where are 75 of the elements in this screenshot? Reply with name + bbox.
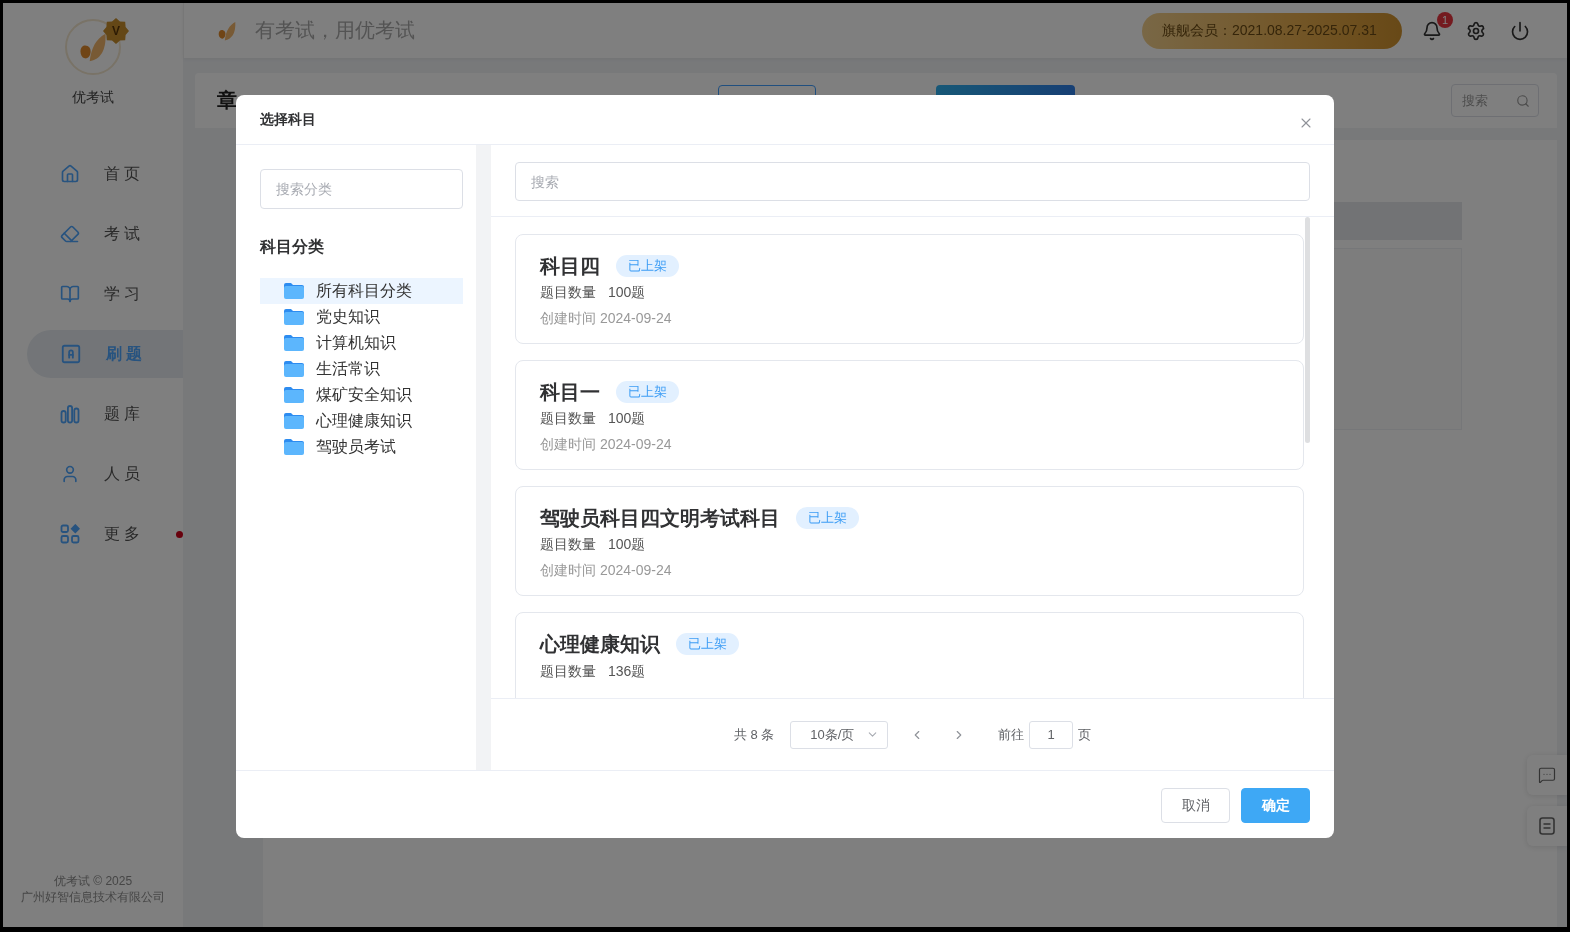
category-item[interactable]: 心理健康知识: [260, 408, 463, 434]
folder-icon: [284, 309, 304, 325]
category-item[interactable]: 所有科目分类: [260, 278, 463, 304]
page-size-select[interactable]: 10条/页: [790, 720, 889, 749]
count-label: 题目数量: [540, 284, 596, 302]
category-item[interactable]: 党史知识: [260, 304, 463, 330]
notification-badge: 1: [1437, 11, 1453, 28]
status-tag: 已上架: [796, 507, 859, 529]
folder-icon: [284, 361, 304, 377]
subject-name: 心理健康知识: [540, 631, 660, 657]
leaf-logo-icon: [217, 20, 237, 41]
document-icon: [1539, 817, 1555, 835]
subject-name: 科目一: [540, 379, 600, 405]
nav-item[interactable]: 考试: [27, 210, 183, 258]
subject-card[interactable]: 心理健康知识 已上架 题目数量 136题: [515, 612, 1304, 698]
subject-card[interactable]: 驾驶员科目四文明考试科目 已上架 题目数量 100题 创建时间 2024-09-24: [515, 486, 1304, 596]
total-count: 共 8 条: [733, 725, 775, 744]
page-suffix: 页: [1078, 725, 1092, 744]
folder-icon: [284, 413, 304, 429]
leaf-logo-icon: [78, 32, 108, 62]
status-tag: 已上架: [676, 633, 739, 655]
chat-icon: [1538, 766, 1556, 784]
category-item[interactable]: 计算机知识: [260, 330, 463, 356]
created-date: 创建时间 2024-09-24: [540, 309, 672, 328]
count-label: 题目数量: [540, 663, 596, 681]
status-tag: 已上架: [616, 381, 679, 403]
scrollbar-thumb[interactable]: [1305, 217, 1310, 443]
nav-item[interactable]: 首页: [27, 150, 183, 198]
count-value: 100题: [608, 536, 646, 554]
created-date: 创建时间 2024-09-24: [540, 561, 672, 580]
category-item[interactable]: 煤矿安全知识: [260, 382, 463, 408]
book-icon: [60, 284, 80, 304]
user-icon: [60, 464, 80, 484]
cancel-button[interactable]: 取消: [1161, 788, 1230, 823]
page-title: 章: [217, 88, 237, 113]
chat-button[interactable]: [1527, 755, 1567, 795]
eraser-icon: [60, 224, 80, 244]
count-value: 100题: [608, 284, 646, 302]
nav-item[interactable]: 人员: [27, 450, 183, 498]
category-search-field[interactable]: 搜索分类: [260, 169, 463, 209]
status-tag: 已上架: [616, 255, 679, 277]
subject-search-field[interactable]: 搜索: [515, 162, 1310, 201]
bars-icon: [60, 404, 80, 424]
settings-icon[interactable]: [1466, 20, 1486, 41]
count-label: 题目数量: [540, 410, 596, 428]
nav-item[interactable]: 学习: [27, 270, 183, 318]
folder-icon: [284, 283, 304, 299]
home-icon: [60, 164, 80, 184]
folder-icon: [284, 439, 304, 455]
count-value: 100题: [608, 410, 646, 428]
bell-icon[interactable]: [1422, 20, 1442, 41]
created-date: 创建时间 2024-09-24: [540, 435, 672, 454]
folder-icon: [284, 335, 304, 351]
power-icon[interactable]: [1510, 20, 1530, 41]
search-icon[interactable]: [1516, 94, 1530, 108]
count-label: 题目数量: [540, 536, 596, 554]
subject-name: 驾驶员科目四文明考试科目: [540, 505, 780, 531]
category-item[interactable]: 生活常识: [260, 356, 463, 382]
dialog-title: 选择科目: [260, 110, 316, 129]
category-heading: 科目分类: [260, 237, 325, 257]
brand-name: 优考试: [72, 88, 114, 107]
page-input[interactable]: 1: [1029, 720, 1074, 749]
notes-button[interactable]: [1527, 806, 1567, 846]
count-value: 136题: [608, 663, 646, 681]
subject-card[interactable]: 科目四 已上架 题目数量 100题 创建时间 2024-09-24: [515, 234, 1304, 344]
subject-card[interactable]: 科目一 已上架 题目数量 100题 创建时间 2024-09-24: [515, 360, 1304, 470]
letter-square-icon: [60, 343, 82, 365]
nav-item[interactable]: 更多: [27, 510, 183, 558]
subject-name: 科目四: [540, 253, 600, 279]
membership-badge: 旗舰会员：2021.08.27-2025.07.31: [1142, 12, 1402, 49]
folder-icon: [284, 387, 304, 403]
grid-icon: [60, 524, 80, 544]
goto-label: 前往: [998, 725, 1025, 744]
nav-item[interactable]: 题库: [27, 390, 183, 438]
category-item[interactable]: 驾驶员考试: [260, 434, 463, 460]
